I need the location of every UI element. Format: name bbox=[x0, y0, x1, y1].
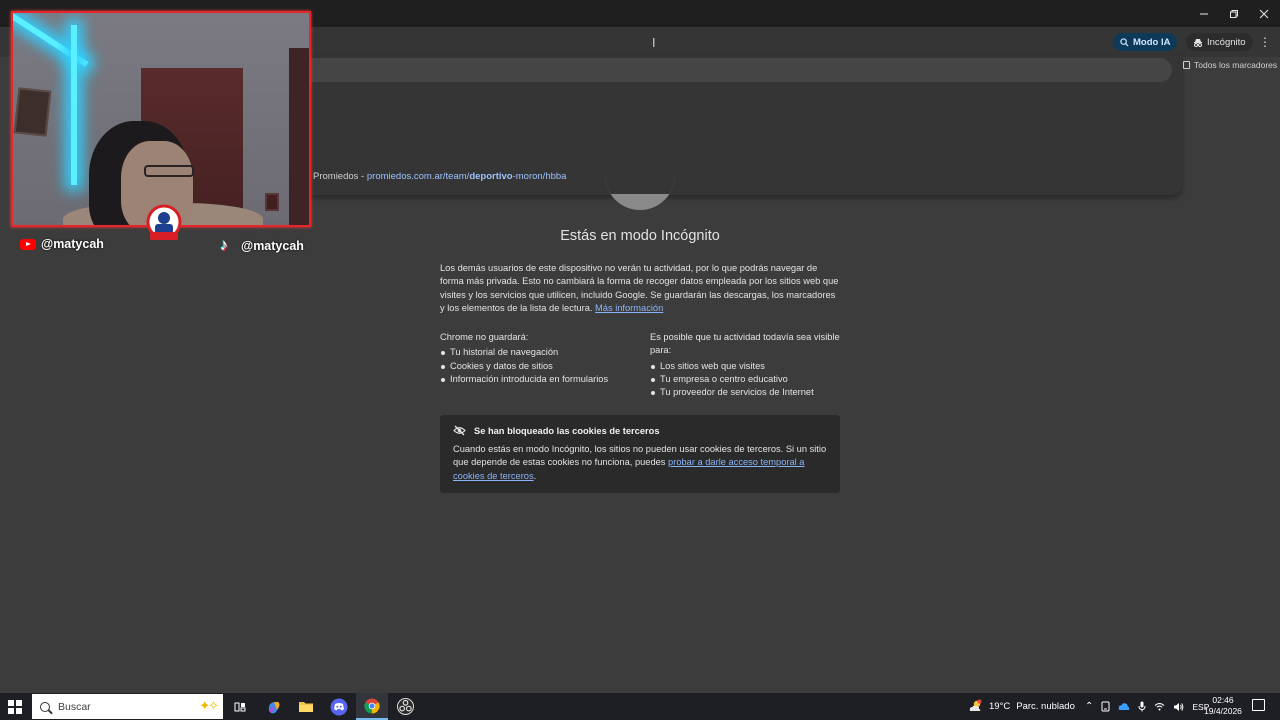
search-highlight-icon: ✦✧ bbox=[199, 698, 219, 713]
webcam-overlay bbox=[11, 11, 311, 227]
search-icon bbox=[40, 701, 50, 712]
clock-date: 19/4/2026 bbox=[1204, 706, 1242, 716]
visible-to-section: Es posible que tu actividad todavía sea … bbox=[650, 331, 842, 399]
webcam-led-strip bbox=[71, 25, 77, 185]
list-item: Información introducida en formularios bbox=[440, 373, 635, 386]
webcam-door-edge bbox=[289, 48, 309, 225]
suggestion-site: Promiedos bbox=[313, 171, 359, 182]
chrome-icon[interactable] bbox=[356, 693, 388, 720]
cloud-icon[interactable] bbox=[1118, 702, 1130, 711]
wifi-icon[interactable] bbox=[1154, 702, 1165, 711]
system-tray: ⌃ ESP bbox=[1085, 693, 1209, 720]
suggestion-url-prefix: promiedos.com.ar/team/ bbox=[366, 171, 470, 182]
weather-widget[interactable]: 19°C Parc. nublado bbox=[989, 693, 1075, 720]
third-party-cookies-card: Se han bloqueado las cookies de terceros… bbox=[440, 415, 840, 493]
ai-mode-button[interactable]: Modo IA bbox=[1113, 33, 1178, 51]
suggestion-url-match: deportivo bbox=[469, 171, 513, 182]
close-icon[interactable] bbox=[1249, 0, 1279, 27]
weather-temp: 19°C bbox=[989, 701, 1011, 712]
text-cursor-icon: I bbox=[652, 36, 656, 50]
chevron-up-icon[interactable]: ⌃ bbox=[1085, 701, 1093, 712]
page-title: Estás en modo Incógnito bbox=[560, 228, 720, 244]
all-bookmarks-label: Todos los marcadores bbox=[1194, 60, 1278, 70]
all-bookmarks-button[interactable]: Todos los marcadores bbox=[1183, 60, 1277, 70]
microphone-icon[interactable] bbox=[1138, 701, 1146, 712]
copilot-icon[interactable] bbox=[258, 693, 290, 720]
weather-desc: Parc. nublado bbox=[1016, 701, 1075, 712]
not-saved-heading: Chrome no guardará: bbox=[440, 332, 529, 342]
suggestion-url-suffix: -moron/hbba bbox=[512, 171, 567, 182]
webcam-person-glasses bbox=[144, 165, 194, 177]
eye-off-icon bbox=[453, 425, 466, 436]
omnibox-suggestion[interactable]: Promiedos - promiedos.com.ar/team/deport… bbox=[313, 171, 566, 182]
incognito-button[interactable]: Incógnito bbox=[1186, 33, 1253, 51]
youtube-icon bbox=[20, 238, 36, 250]
incognito-icon bbox=[1194, 38, 1202, 47]
restore-icon[interactable] bbox=[1219, 0, 1249, 27]
incognito-avatar bbox=[605, 170, 675, 210]
notification-icon[interactable] bbox=[1252, 699, 1265, 711]
file-explorer-icon[interactable] bbox=[290, 693, 322, 720]
clock-time: 02:46 bbox=[1212, 695, 1234, 705]
discord-icon[interactable] bbox=[323, 693, 355, 720]
tiktok-handle-text: @matycah bbox=[241, 239, 304, 253]
youtube-handle: @matycah bbox=[20, 237, 104, 251]
volume-icon[interactable] bbox=[1173, 702, 1184, 712]
minimize-icon[interactable] bbox=[1189, 0, 1219, 27]
cookie-body-end: . bbox=[533, 470, 537, 481]
ai-mode-label: Modo IA bbox=[1133, 36, 1171, 48]
obs-icon[interactable] bbox=[389, 693, 421, 720]
list-item: Los sitios web que visites bbox=[650, 360, 842, 373]
list-item: Tu historial de navegación bbox=[440, 346, 635, 359]
visible-heading: Es posible que tu actividad todavía sea … bbox=[650, 332, 840, 356]
incognito-intro: Los demás usuarios de este dispositivo n… bbox=[440, 262, 842, 315]
weather-icon bbox=[969, 699, 982, 711]
windows-taskbar: Buscar ✦✧ 19°C Parc. nublado ⌃ ESP 02:46… bbox=[0, 693, 1280, 720]
not-saved-section: Chrome no guardará: Tu historial de nave… bbox=[440, 331, 635, 386]
more-menu-icon[interactable]: ⋮ bbox=[1259, 33, 1271, 51]
address-bar-input[interactable] bbox=[300, 58, 1172, 82]
cookie-heading: Se han bloqueado las cookies de terceros bbox=[474, 425, 660, 436]
tiktok-handle: ♪ @matycah bbox=[220, 237, 304, 255]
folder-icon bbox=[1183, 61, 1190, 69]
windows-start-icon[interactable] bbox=[8, 700, 22, 714]
search-placeholder: Buscar bbox=[58, 700, 91, 713]
taskbar-clock[interactable]: 02:46 19/4/2026 bbox=[1202, 695, 1244, 717]
list-item: Tu proveedor de servicios de Internet bbox=[650, 386, 842, 399]
list-item: Cookies y datos de sitios bbox=[440, 360, 635, 373]
task-view-icon[interactable] bbox=[224, 693, 256, 720]
webcam-wall-picture bbox=[13, 87, 52, 137]
ai-search-icon bbox=[1120, 37, 1129, 47]
channel-logo-icon bbox=[146, 204, 182, 240]
webcam-wall-picture-small bbox=[265, 193, 279, 211]
suggestion-separator: - bbox=[358, 171, 367, 182]
list-item: Tu empresa o centro educativo bbox=[650, 373, 842, 386]
tiktok-icon: ♪ bbox=[220, 237, 228, 254]
taskbar-search-box[interactable]: Buscar ✦✧ bbox=[32, 694, 223, 719]
youtube-handle-text: @matycah bbox=[41, 237, 104, 251]
more-info-link[interactable]: Más información bbox=[595, 303, 663, 313]
device-icon[interactable] bbox=[1101, 701, 1110, 712]
incognito-label: Incógnito bbox=[1207, 36, 1246, 48]
